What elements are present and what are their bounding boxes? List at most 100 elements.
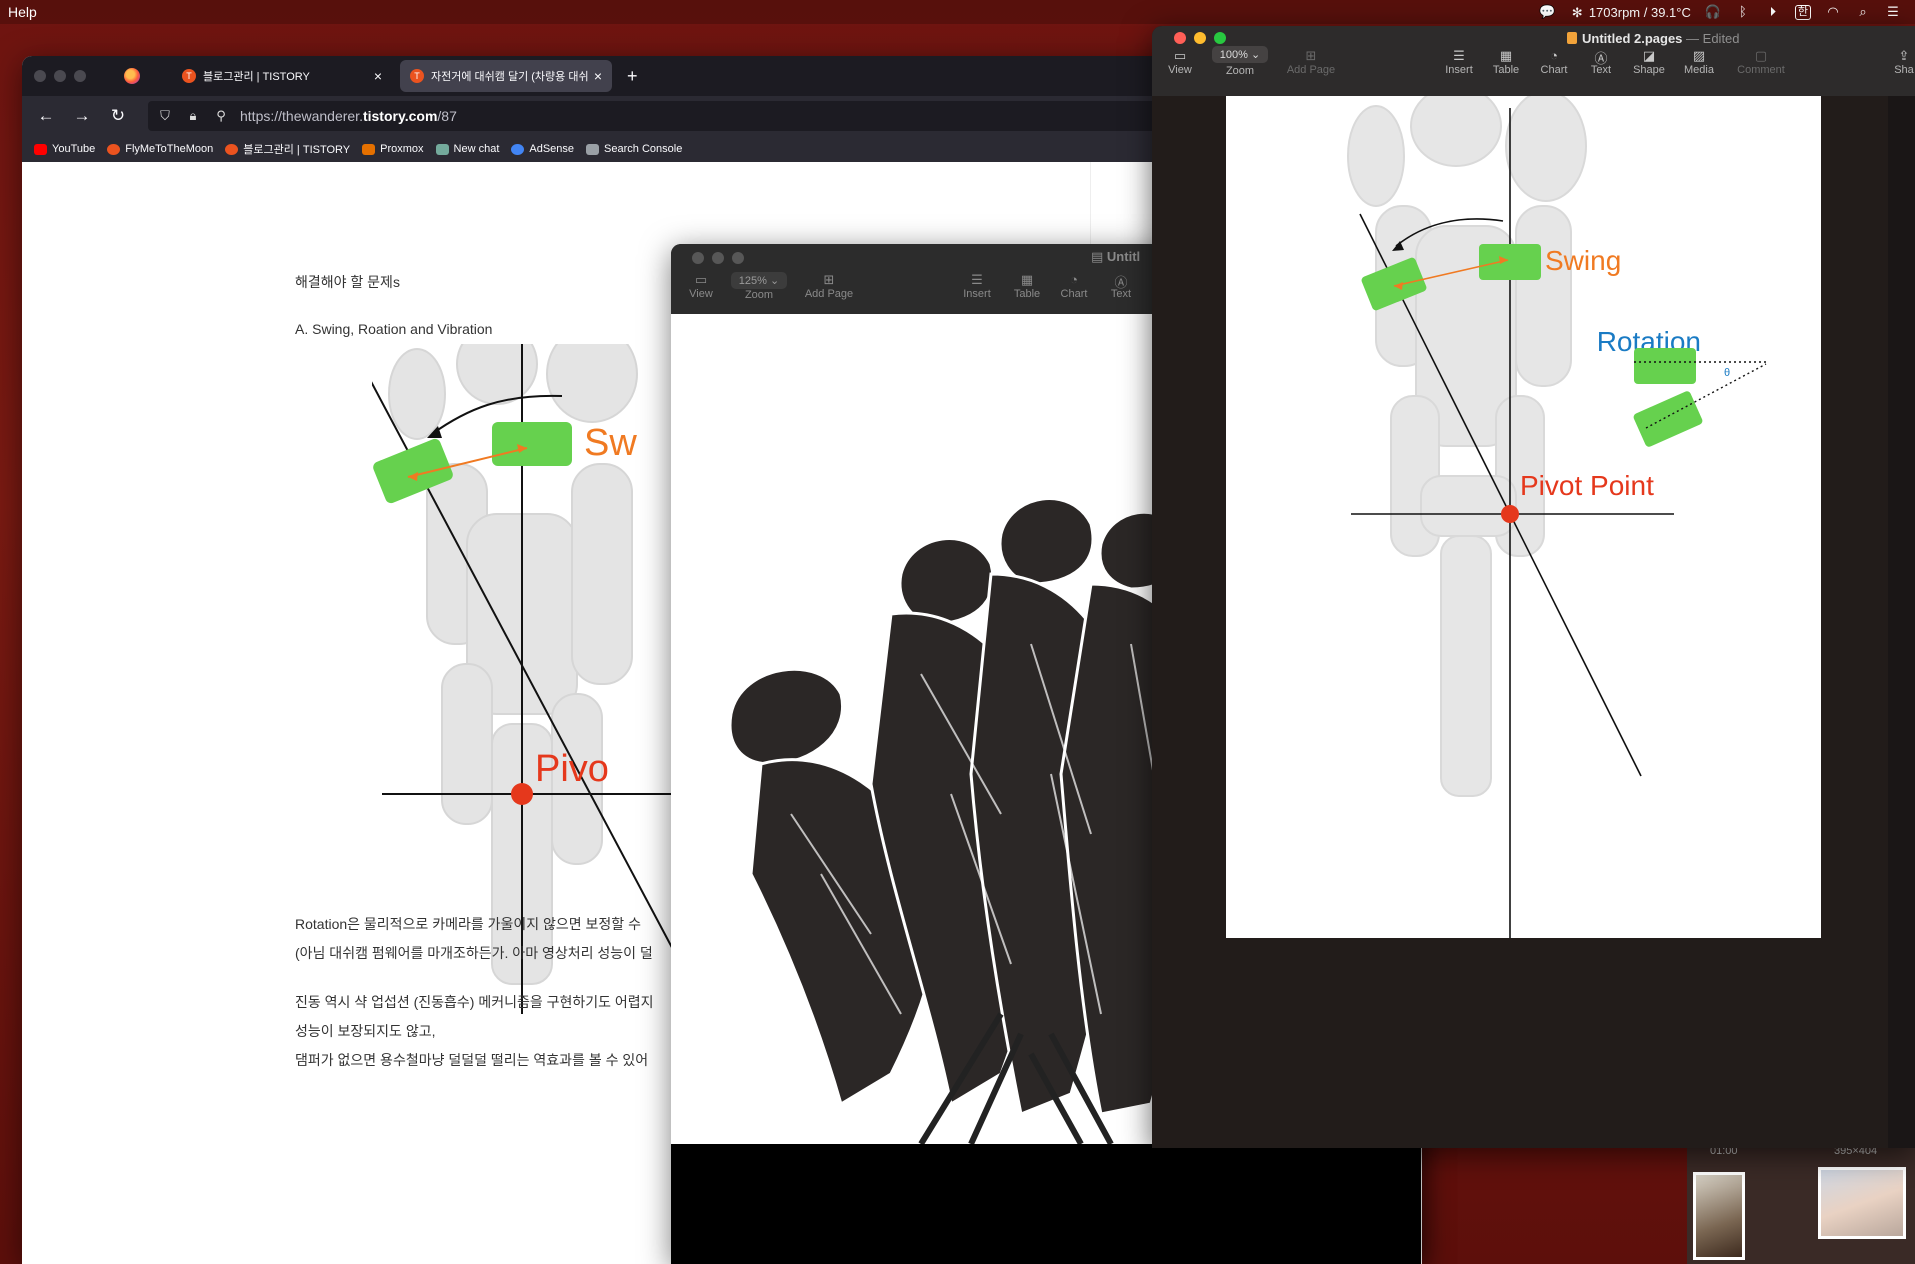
play-circle-icon[interactable]: ⏵ bbox=[1765, 5, 1781, 19]
message-icon[interactable]: 💬 bbox=[1539, 5, 1555, 19]
figure-pivot-label[interactable]: Pivot Point bbox=[1520, 470, 1654, 501]
comment-icon: ▢ bbox=[1754, 48, 1768, 63]
insert-icon: ☰ bbox=[1453, 48, 1465, 63]
close-window-button[interactable] bbox=[34, 70, 46, 82]
zoom-button[interactable]: 125% ⌄ Zoom bbox=[729, 272, 789, 301]
table-icon: ▦ bbox=[1499, 48, 1513, 63]
permissions-icon[interactable]: ⚲ bbox=[210, 108, 232, 124]
insert-button[interactable]: ☰ Insert bbox=[1437, 48, 1481, 76]
chevron-down-icon: ⌄ bbox=[1250, 49, 1261, 61]
close-tab-icon[interactable]: × bbox=[594, 68, 602, 84]
zoom-window-button[interactable] bbox=[732, 252, 744, 264]
shape-button[interactable]: ◪ Shape bbox=[1626, 48, 1672, 76]
section-heading-swing: A. Swing, Roation and Vibration bbox=[295, 321, 493, 337]
firefox-icon[interactable] bbox=[124, 68, 140, 84]
bookmark-youtube[interactable]: YouTube bbox=[34, 143, 95, 155]
share-icon: ⇪ bbox=[1898, 48, 1910, 63]
pages-doc-icon bbox=[1567, 32, 1577, 44]
zoom-window-button[interactable] bbox=[74, 70, 86, 82]
text-box-icon: Ⓐ bbox=[1114, 275, 1128, 290]
media-button[interactable]: ▨ Media bbox=[1676, 48, 1722, 76]
bluetooth-icon[interactable]: ᛒ bbox=[1735, 5, 1751, 19]
insert-icon: ☰ bbox=[971, 272, 983, 287]
close-window-button[interactable] bbox=[692, 252, 704, 264]
add-page-button[interactable]: ⊞ Add Page bbox=[796, 272, 862, 300]
text-button[interactable]: Ⓐ Text bbox=[1580, 48, 1622, 76]
minimize-window-button[interactable] bbox=[54, 70, 66, 82]
bookmark-adsense[interactable]: AdSense bbox=[511, 143, 574, 155]
proxmox-icon bbox=[362, 143, 376, 155]
comment-button[interactable]: ▢ Comment bbox=[1730, 48, 1792, 76]
menu-bar: Help 💬 ✻ 1703rpm / 39.1°C 🎧 ᛒ ⏵ 한 ◠ ⌕ ☰ bbox=[0, 0, 1915, 24]
text-button[interactable]: Ⓐ Text bbox=[1101, 272, 1141, 300]
vertical-scroll-track[interactable] bbox=[1888, 96, 1915, 1148]
insert-button[interactable]: ☰ Insert bbox=[955, 272, 999, 300]
window-title: ▤ Untitl bbox=[1091, 249, 1141, 264]
table-icon: ▦ bbox=[1020, 272, 1034, 287]
input-method[interactable]: 한 bbox=[1794, 4, 1811, 20]
article-figure-swing-label: Sw bbox=[584, 422, 637, 464]
bookmark-new-chat[interactable]: New chat bbox=[435, 143, 499, 155]
fan-icon: ✻ bbox=[1571, 4, 1583, 20]
bookmark-search-console[interactable]: Search Console bbox=[586, 143, 682, 155]
figure-swing-label[interactable]: Swing bbox=[1545, 245, 1621, 276]
add-page-button[interactable]: ⊞ Add Page bbox=[1278, 48, 1344, 76]
portrait-thumbnail[interactable] bbox=[1818, 1167, 1906, 1239]
minimize-window-button[interactable] bbox=[712, 252, 724, 264]
pages-window-main: Untitled 2.pages — Edited ▭ View 100% ⌄ Zo… bbox=[1152, 26, 1915, 1148]
pages-canvas-main[interactable]: Swing Rotation θ Pivot Point bbox=[1226, 96, 1821, 938]
window-title: Untitled 2.pages — Edited bbox=[1567, 31, 1740, 46]
paragraph-performance: 성능이 보장되지도 않고, bbox=[295, 1023, 436, 1039]
zoom-button[interactable]: 100% ⌄ Zoom bbox=[1208, 46, 1272, 77]
chat-icon bbox=[435, 143, 449, 155]
chart-button[interactable]: ◔ Chart bbox=[1533, 48, 1575, 76]
figure-swing-rotation-pivot[interactable]: Swing Rotation θ Pivot Point bbox=[1226, 96, 1821, 938]
shield-icon[interactable]: ⛉ bbox=[154, 108, 176, 124]
pages-doc-icon: ▤ bbox=[1091, 249, 1104, 264]
media-icon: ▨ bbox=[1692, 48, 1706, 63]
tistory-icon bbox=[225, 143, 239, 155]
chart-button[interactable]: ◔ Chart bbox=[1054, 272, 1094, 300]
view-button[interactable]: ▭ View bbox=[1158, 48, 1202, 76]
forward-arrow-icon[interactable]: → bbox=[64, 106, 100, 126]
add-page-icon: ⊞ bbox=[823, 272, 835, 287]
paragraph-damper: 댐퍼가 없으면 용수철마냥 덜덜덜 떨리는 역효과를 볼 수 있어 bbox=[295, 1052, 649, 1068]
article-figure-pivot-label: Pivo bbox=[535, 748, 609, 790]
figure-angle-label: θ bbox=[1724, 367, 1730, 379]
tab-blog-admin[interactable]: T 블로그관리 | TISTORY × bbox=[172, 60, 392, 92]
close-window-button[interactable] bbox=[1174, 32, 1186, 44]
bookmark-flymetothemoon[interactable]: FlyMeToTheMoon bbox=[107, 143, 213, 155]
youtube-icon bbox=[34, 143, 47, 155]
view-button[interactable]: ▭ View bbox=[679, 272, 723, 300]
reload-icon[interactable]: ↻ bbox=[100, 106, 136, 126]
lock-icon[interactable]: 🔒︎ bbox=[182, 108, 204, 124]
table-button[interactable]: ▦ Table bbox=[1007, 272, 1047, 300]
close-tab-icon[interactable]: × bbox=[374, 68, 382, 84]
table-button[interactable]: ▦ Table bbox=[1485, 48, 1527, 76]
share-button[interactable]: ⇪ Sha bbox=[1890, 48, 1915, 76]
cyclist-thumbnail[interactable] bbox=[1693, 1172, 1745, 1260]
chart-icon: ◔ bbox=[1070, 272, 1078, 287]
tab-dashcam-article[interactable]: T 자전거에 대쉬캠 달기 (차량용 대쉬캠 × bbox=[400, 60, 612, 92]
sidebar-icon: ▭ bbox=[1173, 48, 1187, 63]
window-controls bbox=[34, 70, 86, 82]
help-menu[interactable]: Help bbox=[8, 4, 37, 20]
paragraph-firmware: (아님 대쉬캠 펌웨어를 마개조하든가. 아마 영상처리 성능이 덜 bbox=[295, 945, 653, 961]
bookmark-blog-admin[interactable]: 블로그관리 | TISTORY bbox=[225, 141, 350, 157]
google-icon bbox=[511, 143, 525, 155]
paragraph-rotation: Rotation은 물리적으로 카메라를 가울이지 않으면 보정할 수 bbox=[295, 916, 641, 932]
headphones-icon[interactable]: 🎧 bbox=[1705, 5, 1721, 19]
new-tab-button[interactable]: + bbox=[627, 66, 638, 87]
chevron-down-icon: ⌄ bbox=[769, 275, 780, 287]
spotlight-search-icon[interactable]: ⌕ bbox=[1855, 5, 1871, 19]
fan-status[interactable]: ✻ 1703rpm / 39.1°C bbox=[1569, 5, 1691, 20]
paragraph-vibration: 진동 역시 샥 업섭션 (진동흡수) 메커니즘을 구현하기도 어렵지 bbox=[295, 994, 654, 1010]
back-arrow-icon[interactable]: ← bbox=[28, 106, 64, 126]
minimize-window-button[interactable] bbox=[1194, 32, 1206, 44]
window-controls bbox=[1174, 32, 1226, 44]
zoom-window-button[interactable] bbox=[1214, 32, 1226, 44]
bookmark-proxmox[interactable]: Proxmox bbox=[362, 143, 424, 155]
control-center-icon[interactable]: ☰ bbox=[1885, 5, 1901, 19]
shape-icon: ◪ bbox=[1642, 48, 1656, 63]
wifi-icon[interactable]: ◠ bbox=[1825, 5, 1841, 19]
